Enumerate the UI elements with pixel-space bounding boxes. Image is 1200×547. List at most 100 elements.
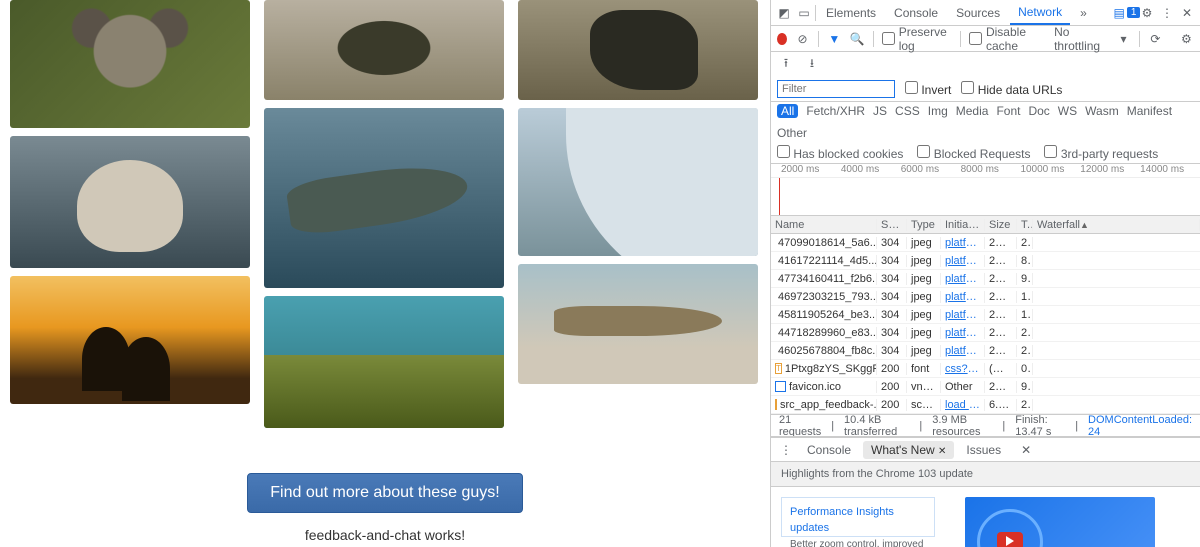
thumb-manta[interactable] [518, 108, 758, 256]
network-table: Name Stat.. Type Initiator Size T.. Wate… [771, 216, 1200, 415]
timeline-overview[interactable] [771, 178, 1200, 216]
summary-resources: 3.9 MB resources [932, 415, 992, 437]
thumb-seadragon[interactable] [264, 296, 504, 428]
filter-type-doc[interactable]: Doc [1028, 104, 1049, 118]
cta-button[interactable]: Find out more about these guys! [247, 473, 522, 513]
network-row[interactable]: T1Ptxg8zYS_SKggP...200fontcss?fam...(me.… [771, 360, 1200, 378]
device-toggle-icon[interactable]: ▭ [795, 4, 813, 22]
close-icon[interactable]: ✕ [938, 446, 946, 457]
disable-cache-checkbox[interactable]: Disable cache [969, 25, 1046, 53]
col-type[interactable]: Type [907, 219, 941, 231]
tab-console[interactable]: Console [886, 2, 946, 24]
col-status[interactable]: Stat.. [877, 219, 907, 231]
filter-type-css[interactable]: CSS [895, 104, 920, 118]
network-row[interactable]: favicon.ico200vnd...Other233...9... [771, 378, 1200, 396]
drawer-tab-issues[interactable]: Issues [958, 441, 1009, 459]
kebab-icon[interactable]: ⋮ [1158, 4, 1176, 22]
whatsnew-video[interactable]: new [965, 497, 1155, 547]
tab-sources[interactable]: Sources [948, 2, 1008, 24]
filter-type-ws[interactable]: WS [1058, 104, 1077, 118]
network-row[interactable]: 45811905264_be3...304jpegplatform...235.… [771, 306, 1200, 324]
filter-type-all[interactable]: All [777, 104, 798, 118]
drawer-tab-whatsnew[interactable]: What's New ✕ [863, 441, 954, 459]
summary-requests: 21 requests [779, 415, 821, 437]
summary-dcl: DOMContentLoaded: 24 [1088, 415, 1192, 437]
thumb-seals[interactable] [10, 276, 250, 404]
network-row[interactable]: 46025678804_fb8c...304jpegplatform...234… [771, 342, 1200, 360]
invert-checkbox[interactable]: Invert [905, 81, 951, 97]
col-time[interactable]: T.. [1017, 219, 1033, 231]
close-icon[interactable]: ✕ [1178, 4, 1196, 22]
thumb-iguana[interactable] [518, 0, 758, 100]
network-row[interactable]: 44718289960_e83...304jpegplatform...234.… [771, 324, 1200, 342]
filter-type-font[interactable]: Font [996, 104, 1020, 118]
filter-row: Invert Hide data URLs [771, 76, 1200, 102]
thumb-booby[interactable] [10, 136, 250, 268]
network-summary: 21 requests | 10.4 kB transferred | 3.9 … [771, 415, 1200, 437]
settings-icon[interactable]: ⚙ [1138, 4, 1156, 22]
thumb-tortoise[interactable] [264, 0, 504, 100]
filter-types: All Fetch/XHR JS CSS Img Media Font Doc … [771, 102, 1200, 142]
tab-more[interactable]: » [1072, 2, 1095, 24]
network-row[interactable]: 46972303215_793...304jpegplatform...235.… [771, 288, 1200, 306]
filetype-icon [775, 381, 786, 392]
image-gallery [10, 0, 760, 428]
devtools-drawer: ⋮ Console What's New ✕ Issues ✕ Highligh… [771, 437, 1200, 547]
blocked-cookies-checkbox[interactable]: Has blocked cookies [777, 145, 903, 161]
download-har-icon[interactable]: ⭳ [803, 55, 821, 73]
filter-type-fetchxhr[interactable]: Fetch/XHR [806, 104, 865, 118]
third-party-checkbox[interactable]: 3rd-party requests [1044, 145, 1158, 161]
tab-network[interactable]: Network [1010, 1, 1070, 25]
throttling-select[interactable]: No throttling [1054, 25, 1108, 53]
record-icon[interactable] [777, 33, 787, 45]
whatsnew-card[interactable]: Performance Insights updates Better zoom… [781, 497, 935, 537]
extra-filters: Has blocked cookies Blocked Requests 3rd… [771, 142, 1200, 164]
filetype-icon: T [775, 363, 782, 374]
whatsnew-headline: Highlights from the Chrome 103 update [771, 462, 1200, 487]
close-icon[interactable]: ✕ [1017, 441, 1035, 459]
youtube-play-icon[interactable] [997, 532, 1023, 547]
issues-badge[interactable]: ▤1 [1118, 4, 1136, 22]
sort-asc-icon: ▲ [1080, 220, 1089, 230]
devtools-main-tabs: ◩ ▭ Elements Console Sources Network » ▤… [771, 0, 1200, 26]
thumb-whaleshark[interactable] [264, 108, 504, 288]
filter-type-media[interactable]: Media [956, 104, 989, 118]
network-row[interactable]: 47099018614_5a6...304jpegplatform...235.… [771, 234, 1200, 252]
drawer-tab-console[interactable]: Console [799, 441, 859, 459]
network-row[interactable]: 47734160411_f2b6...304jpegplatform...235… [771, 270, 1200, 288]
network-table-header[interactable]: Name Stat.. Type Initiator Size T.. Wate… [771, 216, 1200, 234]
blocked-requests-checkbox[interactable]: Blocked Requests [917, 145, 1030, 161]
filter-type-img[interactable]: Img [928, 104, 948, 118]
filter-toggle-icon[interactable]: ▼ [827, 30, 842, 48]
upload-har-icon[interactable]: ⭱ [777, 55, 795, 73]
filetype-icon [775, 399, 777, 410]
preserve-log-checkbox[interactable]: Preserve log [882, 25, 952, 53]
clear-icon[interactable]: ⊘ [795, 30, 810, 48]
drawer-kebab-icon[interactable]: ⋮ [777, 441, 795, 459]
col-size[interactable]: Size [985, 219, 1017, 231]
inspect-icon[interactable]: ◩ [775, 4, 793, 22]
thumb-koala[interactable] [10, 0, 250, 128]
network-toolbar: ⊘ ▼ 🔍 Preserve log Disable cache No thro… [771, 26, 1200, 52]
col-initiator[interactable]: Initiator [941, 219, 985, 231]
settings-icon[interactable]: ⚙ [1179, 30, 1194, 48]
throttling-caret-icon[interactable]: ▾ [1116, 30, 1131, 48]
summary-finish: Finish: 13.47 s [1015, 415, 1065, 437]
network-row[interactable]: src_app_feedback-...200scriptload scri..… [771, 396, 1200, 414]
col-name[interactable]: Name [771, 219, 877, 231]
search-icon[interactable]: 🔍 [850, 30, 865, 48]
col-waterfall[interactable]: Waterfall▲ [1033, 219, 1200, 231]
thumb-leopardshark[interactable] [518, 264, 758, 384]
devtools-panel: ◩ ▭ Elements Console Sources Network » ▤… [770, 0, 1200, 547]
network-row[interactable]: 41617221114_4d5...304jpegplatform...235.… [771, 252, 1200, 270]
tab-elements[interactable]: Elements [818, 2, 884, 24]
hide-data-urls-checkbox[interactable]: Hide data URLs [961, 81, 1062, 97]
filter-type-js[interactable]: JS [873, 104, 887, 118]
filter-input[interactable] [777, 80, 895, 98]
summary-transferred: 10.4 kB transferred [844, 415, 909, 437]
network-conditions-icon[interactable]: ⟳ [1148, 30, 1163, 48]
filter-type-other[interactable]: Other [777, 126, 807, 140]
filter-type-manifest[interactable]: Manifest [1127, 104, 1172, 118]
network-toolbar-row2: ⭱ ⭳ [771, 52, 1200, 76]
filter-type-wasm[interactable]: Wasm [1085, 104, 1119, 118]
